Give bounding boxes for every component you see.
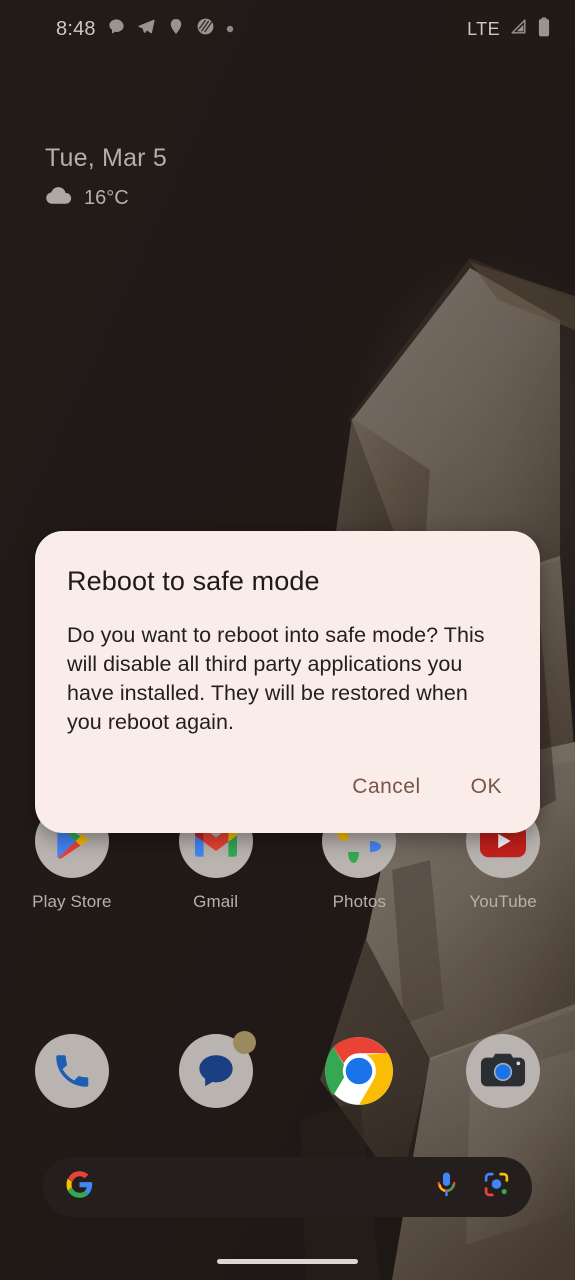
network-type-label: LTE (467, 18, 500, 39)
app-label: Play Store (32, 892, 112, 911)
stripes-app-icon (196, 17, 215, 41)
google-search-bar[interactable] (43, 1157, 532, 1217)
app-label: Photos (332, 892, 387, 911)
app-phone[interactable] (0, 1034, 144, 1108)
notification-badge (232, 1031, 256, 1054)
status-bar-left: 8:48 (56, 17, 234, 41)
status-bar: 8:48 LTE (0, 0, 575, 58)
more-notifications-dot-icon (226, 20, 234, 38)
google-lens-icon[interactable] (483, 1171, 510, 1203)
app-messages[interactable] (144, 1031, 288, 1108)
camera-icon[interactable] (466, 1034, 541, 1108)
dialog-title: Reboot to safe mode (67, 566, 320, 596)
google-g-icon (65, 1170, 94, 1204)
phone-icon[interactable] (34, 1034, 109, 1108)
glance-temperature-label: 16°C (84, 187, 129, 209)
dialog-actions: Cancel OK (67, 765, 508, 817)
messages-icon[interactable] (178, 1031, 256, 1108)
app-camera[interactable] (431, 1034, 575, 1108)
chat-bubble-icon (107, 17, 126, 41)
reboot-safe-mode-dialog: Reboot to safe mode Do you want to reboo… (35, 531, 540, 833)
status-clock: 8:48 (56, 17, 96, 40)
app-label: YouTube (469, 892, 537, 911)
app-chrome[interactable] (288, 1034, 432, 1108)
microphone-icon[interactable] (434, 1171, 459, 1203)
signal-strength-icon (509, 17, 528, 41)
cloud-icon (45, 186, 72, 211)
chrome-icon[interactable] (322, 1034, 396, 1108)
cancel-button[interactable]: Cancel (336, 765, 436, 809)
battery-icon (537, 16, 551, 42)
phone-screen: 8:48 LTE Tue, Mar 5 16°C Play Store Gmai… (0, 0, 575, 1280)
at-a-glance-widget[interactable]: Tue, Mar 5 16°C (45, 143, 167, 211)
dialog-message: Do you want to reboot into safe mode? Th… (67, 623, 485, 734)
app-label: Gmail (193, 892, 239, 911)
location-pin-icon (167, 17, 185, 41)
search-actions (434, 1171, 510, 1203)
app-grid-row-2 (0, 1031, 575, 1108)
telegram-send-icon (137, 17, 156, 41)
glance-weather: 16°C (45, 186, 167, 211)
status-bar-right: LTE (467, 16, 551, 42)
ok-button[interactable]: OK (455, 765, 508, 809)
search-input[interactable] (94, 1157, 434, 1217)
glance-date-label: Tue, Mar 5 (45, 144, 167, 172)
home-gesture-bar[interactable] (217, 1259, 358, 1264)
